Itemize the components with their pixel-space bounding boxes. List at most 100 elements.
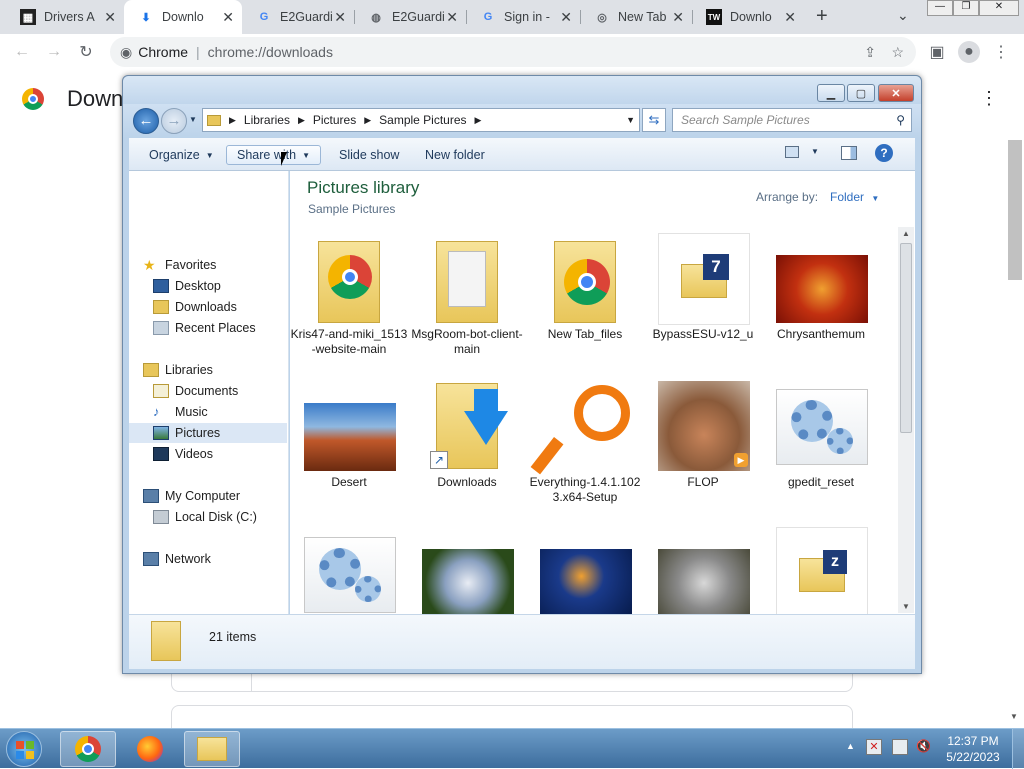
file-item[interactable]: 7 BypassESU-v12_u [644,231,762,379]
chrome-menu-icon[interactable]: ⋮ [990,41,1012,63]
preview-pane-icon[interactable] [841,146,857,160]
tab-new-tab[interactable]: ◎ New Tab ✕ [580,0,692,34]
restore-icon[interactable]: ❐ [953,0,979,16]
omnibox[interactable]: ◉ Chrome | chrome://downloads ⇪ ☆ [110,37,916,67]
tab-search-icon[interactable]: ⌄ [897,7,909,24]
nav-recent-places[interactable]: Recent Places [153,318,311,338]
organize-button[interactable]: Organize ▼ [139,145,224,165]
nav-pictures[interactable]: Pictures [129,423,287,443]
bookmark-star-icon[interactable]: ☆ [891,44,904,61]
close-icon[interactable]: ✕ [222,9,234,26]
close-icon[interactable]: ✕ [334,9,346,26]
file-item[interactable] [290,527,408,614]
nav-my-computer[interactable]: My Computer [143,486,301,506]
help-icon[interactable]: ? [875,144,893,162]
share-with-button[interactable]: Share with ▼ [226,145,321,165]
show-hidden-icons-icon[interactable]: ▲ [846,741,855,751]
side-panel-icon[interactable]: ▣ [926,41,948,63]
tab-downloads-tw[interactable]: TW Downlo ✕ [692,0,804,34]
tab-e2guardian-1[interactable]: G E2Guardi ✕ [242,0,354,34]
forward-icon[interactable]: → [43,41,65,63]
new-folder-label: New folder [425,148,485,162]
page-scrollbar-thumb[interactable] [1008,140,1022,280]
profile-avatar-icon[interactable]: ● [958,41,980,63]
view-options-icon[interactable] [785,146,799,158]
file-item[interactable]: ↗ Downloads [408,379,526,527]
close-icon[interactable]: ✕ [672,9,684,26]
close-icon[interactable]: ✕ [446,9,458,26]
nav-music[interactable]: ♪ Music [153,402,311,422]
file-item[interactable] [526,527,644,614]
nav-local-disk[interactable]: Local Disk (C:) [153,507,311,527]
minimize-icon[interactable]: ▁ [817,84,845,102]
close-window-icon[interactable]: ✕ [979,0,1019,16]
back-icon[interactable]: ← [11,41,33,63]
back-icon[interactable]: ← [133,108,159,134]
taskbar-explorer-button[interactable] [184,731,240,767]
show-desktop-button[interactable] [1012,729,1024,769]
address-row: ← → ▼ ▶ Libraries ▶ Pictures ▶ Sample Pi… [123,104,921,138]
reload-icon[interactable]: ↻ [75,41,97,63]
folder-chrome-icon [304,233,396,325]
taskbar-chrome-button[interactable] [60,731,116,767]
new-folder-button[interactable]: New folder [415,145,495,165]
file-item[interactable]: Kris47-and-miki_1513-website-main [290,231,408,379]
system-clock[interactable]: 12:37 PM 5/22/2023 [942,733,1004,765]
file-item[interactable] [408,527,526,614]
address-dropdown-icon[interactable]: ▼ [626,115,635,125]
page-scroll-down-icon[interactable]: ▼ [1010,712,1018,721]
breadcrumb-libraries[interactable]: Libraries [244,113,290,127]
explorer-title-bar[interactable]: ▁ ▢ ✕ [123,76,921,104]
tab-downloads[interactable]: ⬇ Downlo ✕ [124,0,242,34]
file-item[interactable]: gpedit_reset [762,379,880,527]
maximize-icon[interactable]: ▢ [847,84,875,102]
file-item[interactable]: Desert [290,379,408,527]
slide-show-button[interactable]: Slide show [329,145,409,165]
file-item[interactable]: ▶ FLOP [644,379,762,527]
recent-pages-icon[interactable]: ▼ [189,115,197,124]
downloads-menu-icon[interactable]: ⋮ [980,88,998,109]
action-center-icon[interactable]: ✕ [866,739,882,755]
nav-libraries[interactable]: Libraries [143,360,301,380]
close-icon[interactable]: ✕ [784,9,796,26]
tab-drivers[interactable]: ▦ Drivers A ✕ [6,0,124,34]
chevron-down-icon[interactable]: ▼ [811,147,819,156]
file-item[interactable]: z [762,527,880,614]
nav-downloads[interactable]: Downloads [153,297,311,317]
content-scrollbar[interactable]: ▲ ▼ [898,227,914,613]
taskbar-firefox-button[interactable] [122,731,178,767]
new-tab-icon[interactable]: + [816,5,828,28]
nav-videos[interactable]: Videos [153,444,311,464]
close-icon[interactable]: ✕ [560,9,572,26]
close-icon[interactable]: ✕ [104,9,116,26]
scroll-up-icon[interactable]: ▲ [902,229,910,238]
breadcrumb-sample-pictures[interactable]: Sample Pictures [379,113,466,127]
close-icon[interactable]: ✕ [878,84,914,102]
search-input[interactable]: Search Sample Pictures ⚲ [672,108,912,132]
minimize-icon[interactable]: — [927,0,953,16]
nav-network[interactable]: Network [143,549,301,569]
arrange-by-dropdown[interactable]: Folder ▼ [830,190,879,204]
file-item[interactable]: Everything-1.4.1.1023.x64-Setup [526,379,644,527]
file-label: Everything-1.4.1.1023.x64-Setup [529,475,641,504]
file-item[interactable]: New Tab_files [526,231,644,379]
scroll-down-icon[interactable]: ▼ [902,602,910,611]
file-item[interactable]: MsgRoom-bot-client-main [408,231,526,379]
volume-muted-icon[interactable]: 🔇 [916,739,932,755]
start-button[interactable] [6,731,42,767]
file-item[interactable]: Chrysanthemum [762,231,880,379]
scrollbar-thumb[interactable] [900,243,912,433]
address-bar[interactable]: ▶ Libraries ▶ Pictures ▶ Sample Pictures… [202,108,640,132]
refresh-icon[interactable]: ⇆ [642,108,666,132]
share-icon[interactable]: ⇪ [864,44,876,61]
tab-sign-in[interactable]: G Sign in - ✕ [466,0,580,34]
breadcrumb-pictures[interactable]: Pictures [313,113,356,127]
nav-favorites[interactable]: ★ Favorites [143,255,301,275]
nav-desktop[interactable]: Desktop [153,276,311,296]
forward-icon[interactable]: → [161,108,187,134]
network-status-icon[interactable] [892,739,908,755]
tab-e2guardian-2[interactable]: ◍ E2Guardi ✕ [354,0,466,34]
file-item[interactable] [644,527,762,614]
explorer-folder-icon [197,737,227,761]
nav-documents[interactable]: Documents [153,381,311,401]
